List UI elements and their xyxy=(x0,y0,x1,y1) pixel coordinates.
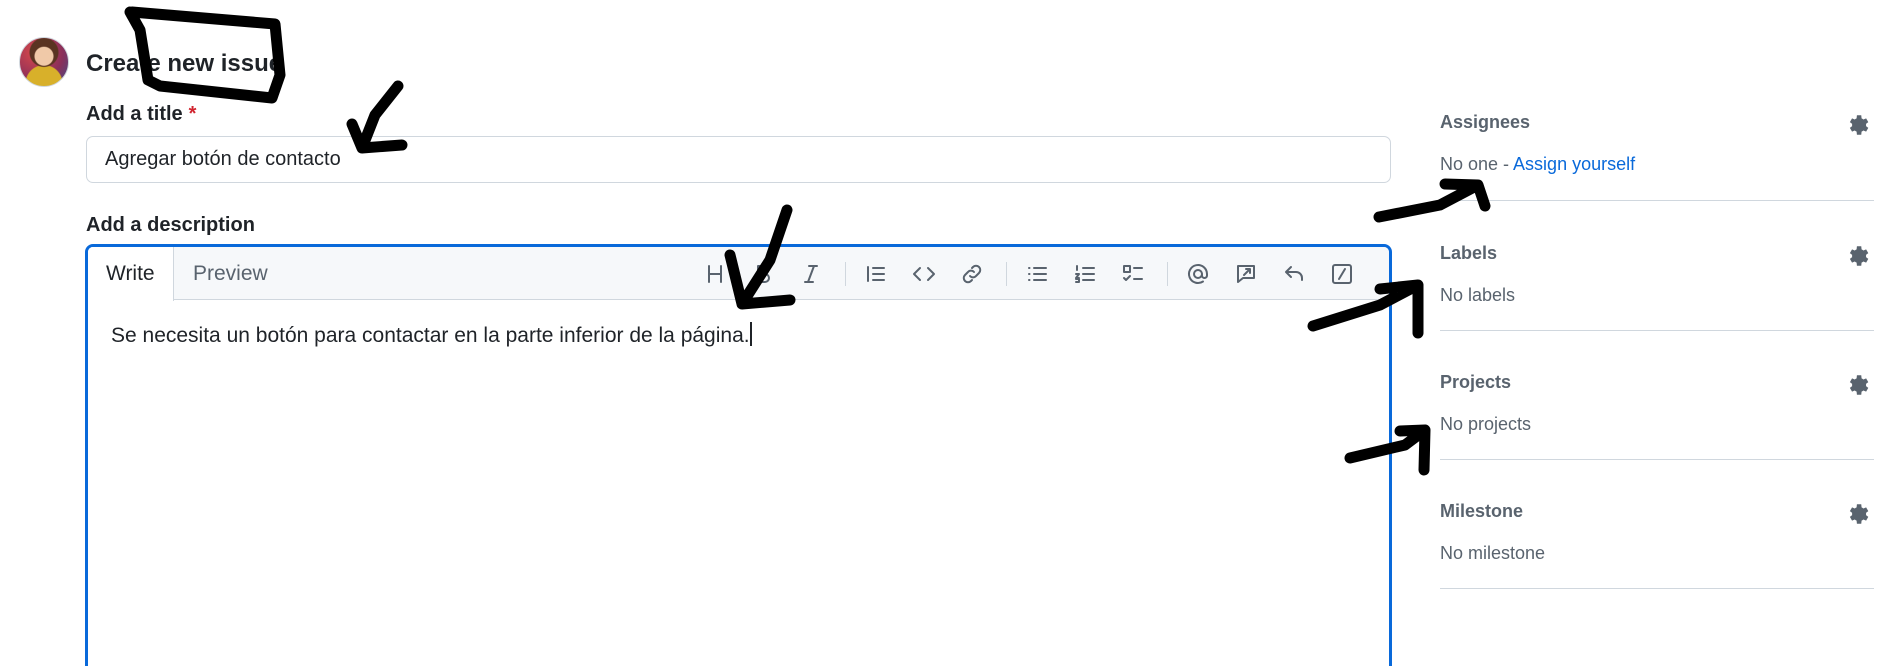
required-mark: * xyxy=(188,103,197,125)
page-title: Create new issue xyxy=(86,50,283,77)
slash-command-icon[interactable] xyxy=(1328,260,1356,288)
italic-icon[interactable] xyxy=(797,260,825,288)
assignees-gear-icon[interactable] xyxy=(1845,112,1871,138)
projects-gear-icon[interactable] xyxy=(1845,372,1871,398)
assign-yourself-link[interactable]: Assign yourself xyxy=(1513,154,1635,174)
projects-heading: Projects xyxy=(1440,372,1512,392)
bold-icon[interactable] xyxy=(749,260,777,288)
undo-icon[interactable] xyxy=(1280,260,1308,288)
toolbar-divider xyxy=(1167,262,1168,286)
title-label-text: Add a title xyxy=(86,103,183,125)
toolbar-divider xyxy=(1006,262,1007,286)
title-label: Add a title * xyxy=(86,103,196,126)
assignees-value: No one - Assign yourself xyxy=(1440,154,1635,175)
title-input[interactable] xyxy=(86,136,1391,183)
sidebar-labels: Labels No labels xyxy=(1440,201,1874,331)
description-editor: Write Preview Se necesita un botón para … xyxy=(85,244,1392,666)
labels-heading: Labels xyxy=(1440,243,1498,263)
assignees-heading: Assignees xyxy=(1440,112,1531,132)
milestone-gear-icon[interactable] xyxy=(1845,501,1871,527)
sidebar-assignees: Assignees No one - Assign yourself xyxy=(1440,98,1874,201)
projects-value: No projects xyxy=(1440,414,1532,434)
code-icon[interactable] xyxy=(910,260,938,288)
sidebar-projects: Projects No projects xyxy=(1440,331,1874,460)
toolbar-divider xyxy=(845,262,846,286)
heading-icon[interactable] xyxy=(701,260,729,288)
ordered-list-icon[interactable] xyxy=(1071,260,1099,288)
task-list-icon[interactable] xyxy=(1119,260,1147,288)
tab-write[interactable]: Write xyxy=(88,247,174,301)
unordered-list-icon[interactable] xyxy=(1023,260,1051,288)
mention-icon[interactable] xyxy=(1184,260,1212,288)
avatar[interactable] xyxy=(19,37,69,87)
link-icon[interactable] xyxy=(958,260,986,288)
description-textarea[interactable]: Se necesita un botón para contactar en l… xyxy=(88,301,1389,666)
tab-preview[interactable]: Preview xyxy=(175,247,286,301)
reference-icon[interactable] xyxy=(1232,260,1260,288)
description-label: Add a description xyxy=(86,214,255,236)
assignees-empty-text: No one - xyxy=(1440,154,1514,174)
labels-value: No labels xyxy=(1440,285,1516,305)
text-caret xyxy=(749,322,752,346)
labels-gear-icon[interactable] xyxy=(1845,243,1871,269)
description-text: Se necesita un botón para contactar en l… xyxy=(111,324,750,347)
quote-icon[interactable] xyxy=(862,260,890,288)
editor-header: Write Preview xyxy=(88,247,1389,301)
sidebar-milestone: Milestone No milestone xyxy=(1440,460,1874,589)
milestone-heading: Milestone xyxy=(1440,501,1524,521)
milestone-value: No milestone xyxy=(1440,543,1546,563)
